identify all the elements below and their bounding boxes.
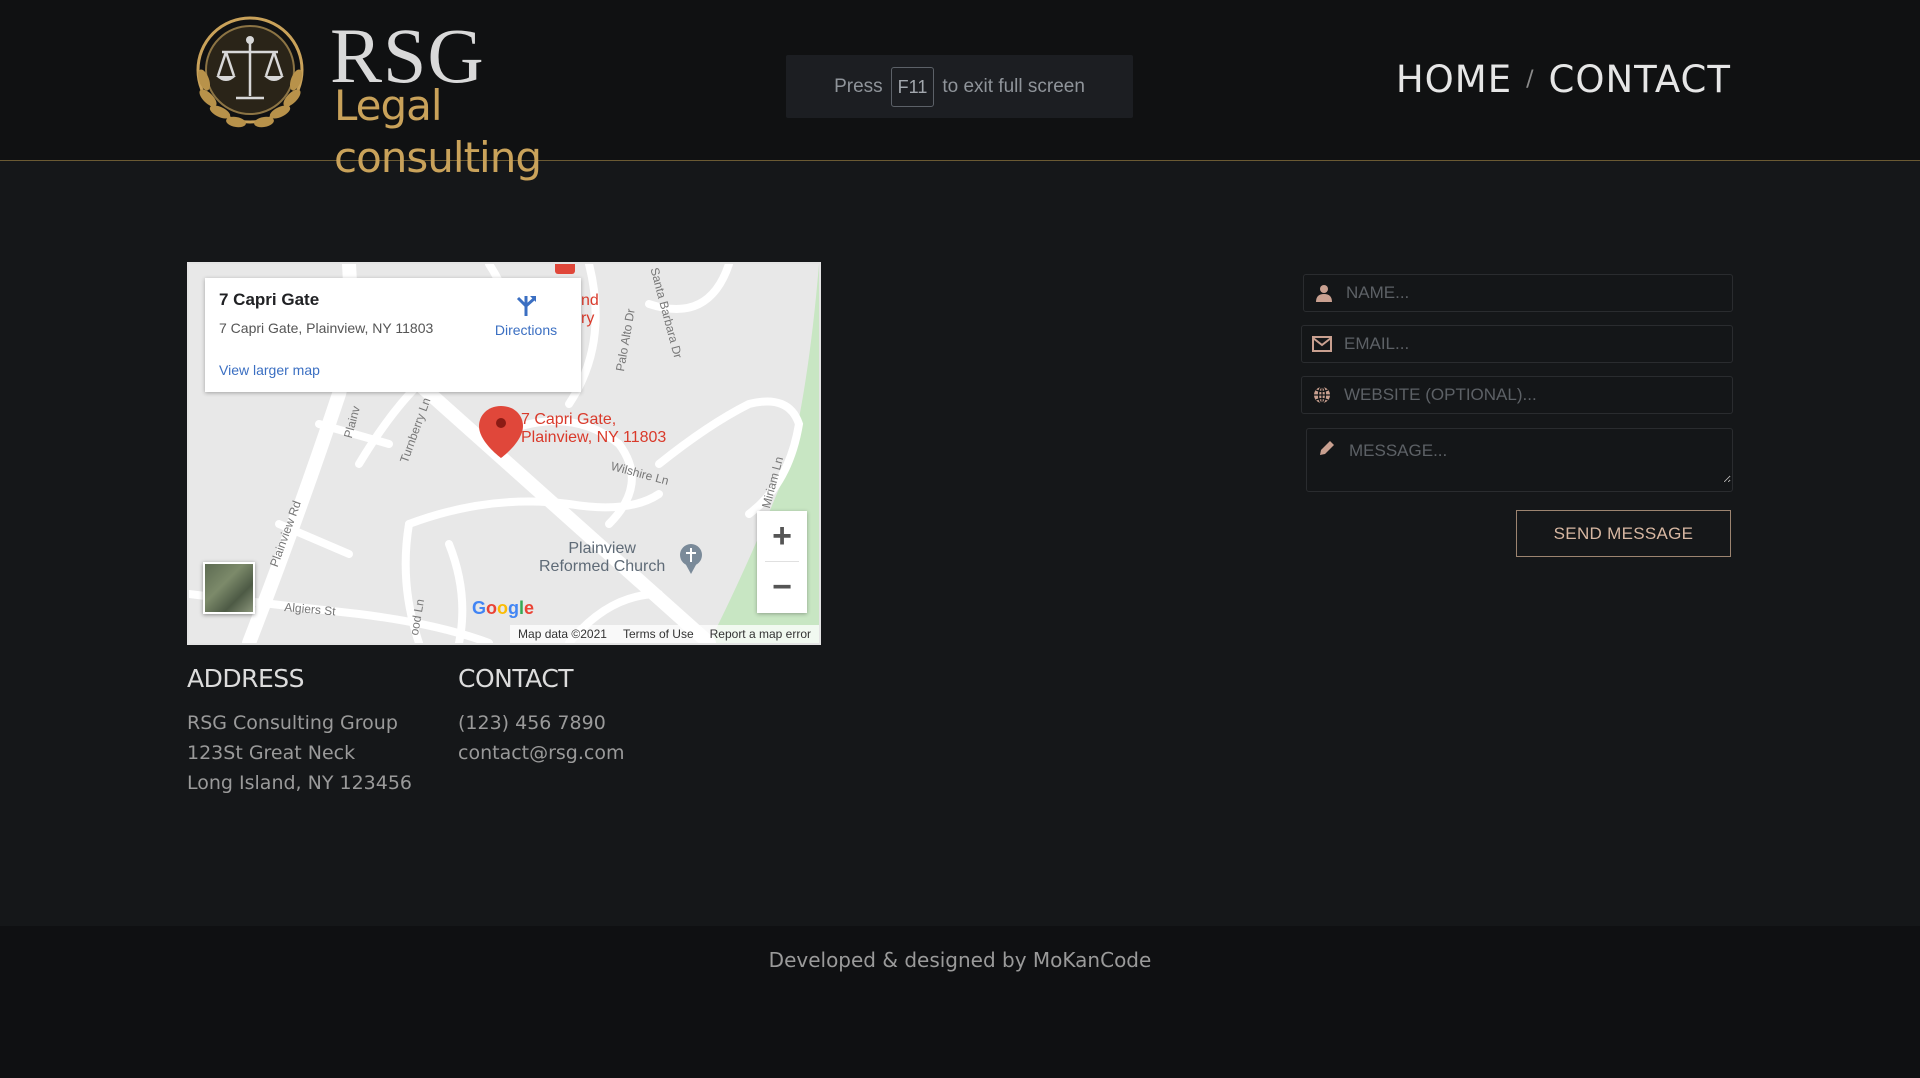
send-message-button[interactable]: SEND MESSAGE <box>1516 510 1731 557</box>
email-field[interactable] <box>1301 325 1733 363</box>
breadcrumb-separator: / <box>1526 67 1535 92</box>
place-title: 7 Capri Gate <box>219 290 320 309</box>
google-logo: Google <box>472 598 535 618</box>
poi-label-partial: ry <box>581 310 595 327</box>
logo[interactable]: RSG Legal consulting <box>186 10 626 182</box>
site-header: RSG Legal consulting Press F11 to exit f… <box>0 0 1920 182</box>
name-input[interactable] <box>1344 282 1728 304</box>
address-line: 123St Great Neck <box>187 742 356 764</box>
view-larger-map-link[interactable]: View larger map <box>219 362 320 378</box>
contact-email[interactable]: contact@rsg.com <box>458 742 625 764</box>
footer-credit: Developed & designed by MoKanCode <box>768 948 1152 972</box>
zoom-control: + − <box>757 511 807 613</box>
globe-icon <box>1302 386 1342 404</box>
name-field[interactable] <box>1303 274 1733 312</box>
pin-label-line: 7 Capri Gate, <box>521 411 617 428</box>
zoom-out-button[interactable]: − <box>757 562 807 612</box>
zoom-in-button[interactable]: + <box>757 511 807 561</box>
scales-of-justice-emblem-icon <box>196 16 304 128</box>
directions-label: Directions <box>494 322 558 338</box>
fullscreen-notice: Press F11 to exit full screen <box>786 55 1133 118</box>
directions-icon <box>516 296 536 316</box>
nav-contact-link[interactable]: CONTACT <box>1549 58 1731 101</box>
website-field[interactable] <box>1301 376 1733 414</box>
place-address: 7 Capri Gate, Plainview, NY 11803 <box>219 320 434 336</box>
terms-of-use-link[interactable]: Terms of Use <box>623 627 694 641</box>
map-data-label: Map data ©2021 <box>518 627 607 641</box>
f11-key: F11 <box>890 66 935 107</box>
map-attribution: Map data ©2021 Terms of Use Report a map… <box>510 625 819 643</box>
contact-heading: CONTACT <box>458 664 574 693</box>
email-input[interactable] <box>1342 333 1726 355</box>
logo-subtitle: Legal consulting <box>334 81 542 182</box>
contact-phone[interactable]: (123) 456 7890 <box>458 712 606 734</box>
envelope-icon <box>1302 336 1342 352</box>
poi-label-partial: nd <box>581 292 599 309</box>
message-textarea[interactable] <box>1347 429 1731 483</box>
fullscreen-notice-prefix: Press <box>834 75 883 97</box>
church-label-line: Plainview <box>568 540 636 557</box>
report-map-error-link[interactable]: Report a map error <box>710 627 811 641</box>
site-footer: Developed & designed by MoKanCode <box>0 926 1920 1078</box>
breadcrumb: HOME / CONTACT <box>1396 58 1731 101</box>
church-label[interactable]: Plainview Reformed Church <box>539 540 665 576</box>
church-label-line: Reformed Church <box>539 558 666 575</box>
address-heading: ADDRESS <box>187 664 305 693</box>
website-input[interactable] <box>1342 384 1726 406</box>
fullscreen-notice-suffix: to exit full screen <box>942 75 1085 97</box>
user-icon <box>1304 284 1344 302</box>
directions-button[interactable]: Directions <box>491 292 561 338</box>
satellite-toggle[interactable] <box>203 562 255 614</box>
address-line: RSG Consulting Group <box>187 712 398 734</box>
address-line: Long Island, NY 123456 <box>187 772 413 794</box>
pencil-icon <box>1307 429 1347 457</box>
embedded-map[interactable]: Plainview Rd Plainv Turnberry Ln Palo Al… <box>187 262 821 645</box>
place-info-card: 7 Capri Gate 7 Capri Gate, Plainview, NY… <box>205 278 581 392</box>
nav-home-link[interactable]: HOME <box>1396 58 1512 101</box>
pin-address-label: 7 Capri Gate, Plainview, NY 11803 <box>521 411 666 447</box>
pin-label-line: Plainview, NY 11803 <box>521 429 667 446</box>
message-field[interactable] <box>1306 428 1733 492</box>
